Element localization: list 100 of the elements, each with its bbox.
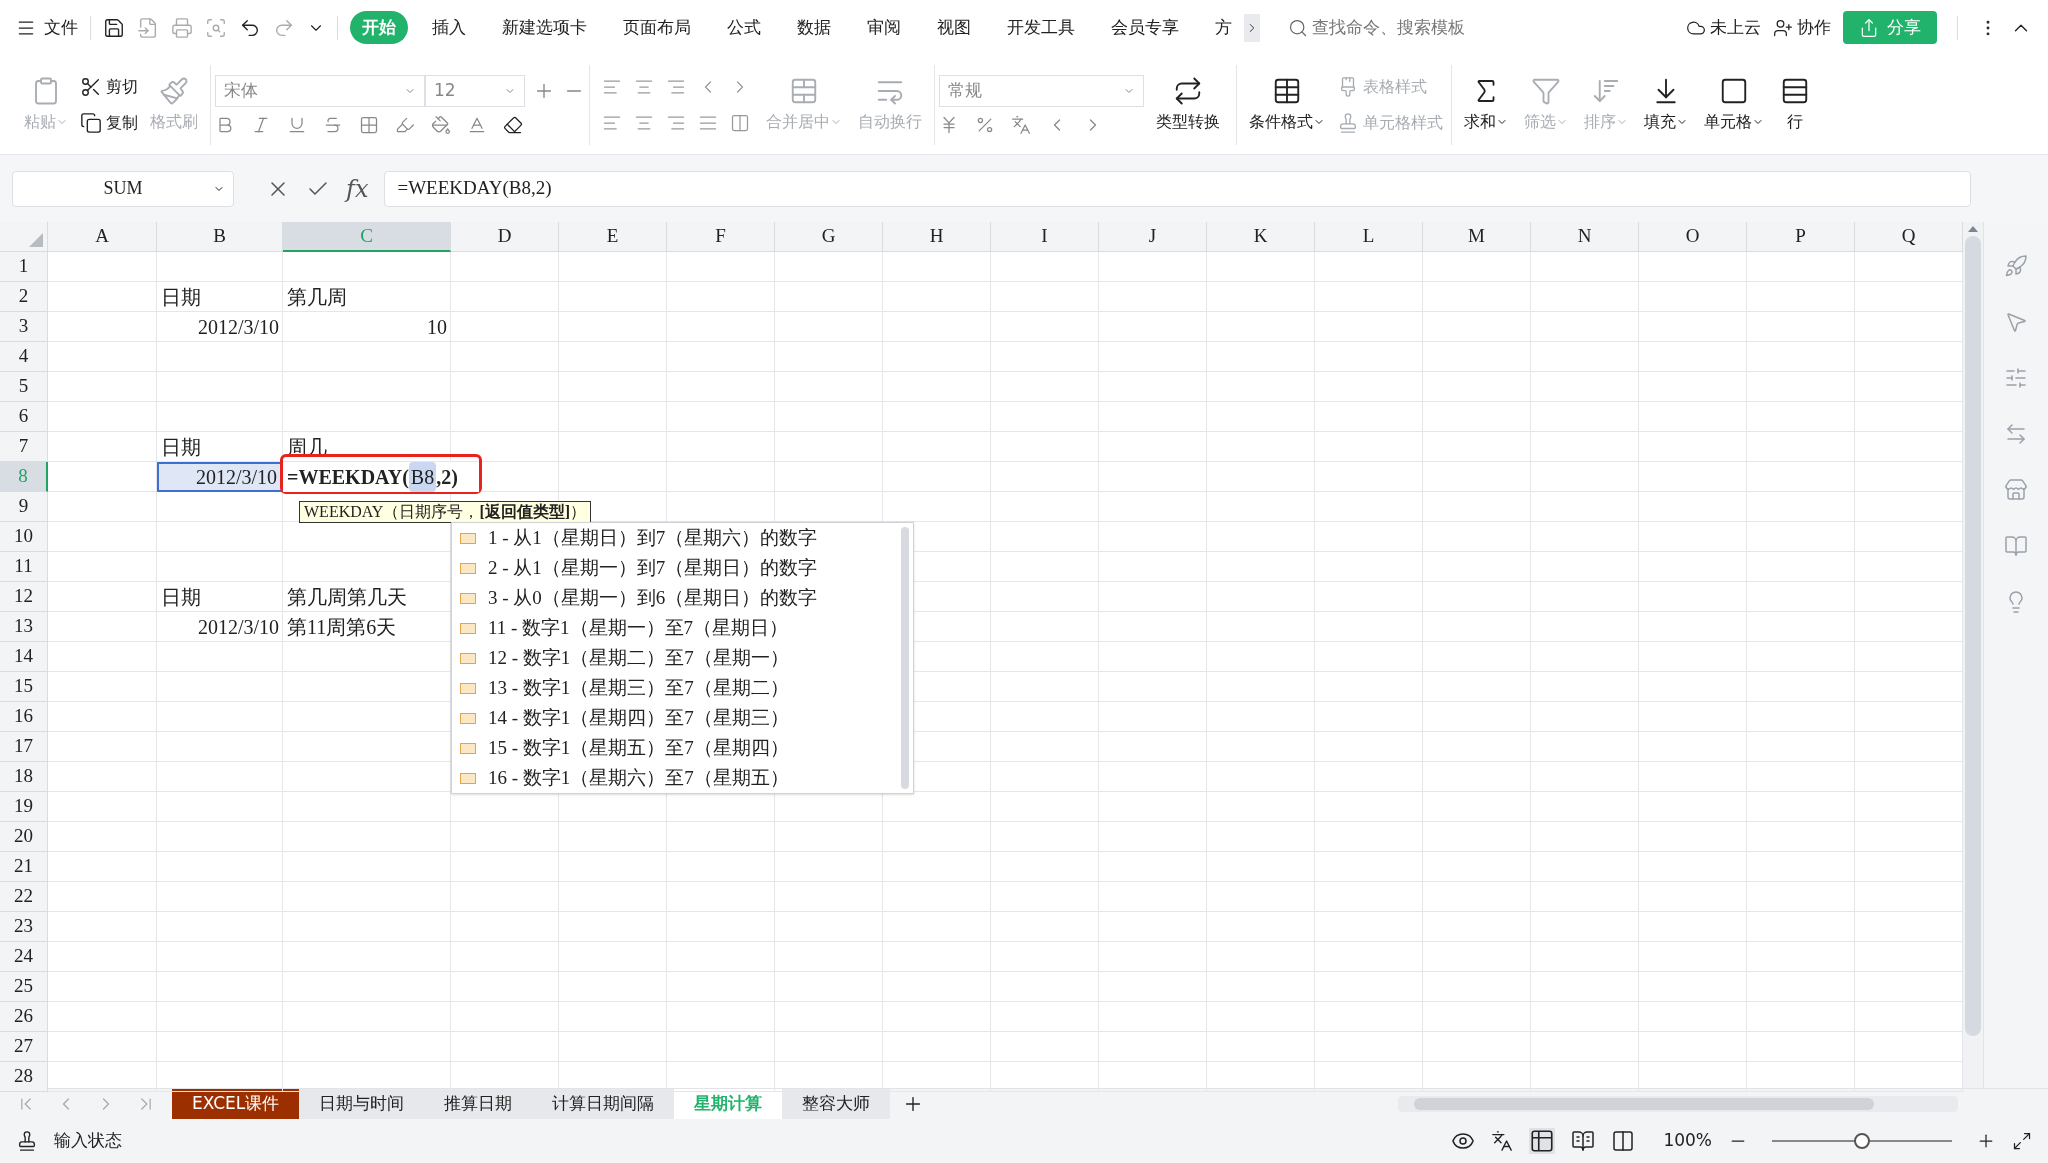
file-menu[interactable]: 文件 xyxy=(16,14,78,41)
row-header[interactable]: 23 xyxy=(0,912,48,942)
row-header[interactable]: 1 xyxy=(0,252,48,282)
ribbon-button[interactable]: 复制 xyxy=(76,110,142,135)
row-header[interactable]: 28 xyxy=(0,1062,48,1092)
menu-tab[interactable]: 审阅 xyxy=(855,10,913,45)
number-format-field[interactable]: 常规 xyxy=(939,74,1144,107)
row-header[interactable]: 13 xyxy=(0,612,48,642)
ribbon-button[interactable]: 类型转换 xyxy=(1144,75,1232,134)
row-header[interactable]: 15 xyxy=(0,672,48,702)
suggestion-item[interactable]: 3 - 从0（星期一）到6（星期日）的数字 xyxy=(452,583,901,613)
border-icon[interactable] xyxy=(359,114,379,135)
suggestion-item[interactable]: 12 - 数字1（星期二）至7（星期一） xyxy=(452,643,901,673)
rocket-icon[interactable] xyxy=(2004,254,2028,278)
menu-tab[interactable]: 开发工具 xyxy=(995,10,1087,45)
row-header[interactable]: 3 xyxy=(0,312,48,342)
formula-cell[interactable]: =WEEKDAY(B8,2) xyxy=(283,462,479,492)
fullscreen-icon[interactable] xyxy=(2012,1131,2032,1151)
font-name-field[interactable]: 宋体 xyxy=(215,74,425,107)
swap-icon[interactable] xyxy=(2004,422,2028,446)
row-header[interactable]: 10 xyxy=(0,522,48,552)
column-header[interactable]: G xyxy=(775,222,883,252)
row-header[interactable]: 21 xyxy=(0,852,48,882)
row-header[interactable]: 7 xyxy=(0,432,48,462)
row-header[interactable]: 11 xyxy=(0,552,48,582)
column-header[interactable]: K xyxy=(1207,222,1315,252)
suggestion-item[interactable]: 2 - 从1（星期一）到7（星期日）的数字 xyxy=(452,553,901,583)
row-header[interactable]: 26 xyxy=(0,1002,48,1032)
row-header[interactable]: 14 xyxy=(0,642,48,672)
ribbon-button[interactable]: 行 xyxy=(1772,71,1818,138)
row-header[interactable]: 27 xyxy=(0,1032,48,1062)
row-header[interactable]: 20 xyxy=(0,822,48,852)
sheet-tab[interactable]: EXCEL课件 xyxy=(172,1089,300,1119)
row-header[interactable]: 25 xyxy=(0,972,48,1002)
suggestion-item[interactable]: 16 - 数字1（星期六）至7（星期五） xyxy=(452,763,901,793)
column-header[interactable]: A xyxy=(48,222,157,252)
row-header[interactable]: 5 xyxy=(0,372,48,402)
search-field[interactable]: 查找命令、搜索模板 xyxy=(1288,14,1618,41)
menu-tab[interactable]: 视图 xyxy=(925,10,983,45)
suggestion-item[interactable]: 11 - 数字1（星期一）至7（星期日） xyxy=(452,613,901,643)
tabs-scroll-button[interactable] xyxy=(1244,13,1260,42)
sheet-tab[interactable]: 计算日期间隔 xyxy=(532,1089,675,1119)
ribbon-button[interactable]: 单元格 xyxy=(1696,71,1772,138)
collaborate-button[interactable]: 协作 xyxy=(1773,14,1831,41)
ribbon-button[interactable]: 剪切 xyxy=(76,74,142,99)
scissors-icon[interactable] xyxy=(80,75,102,98)
column-header[interactable]: B xyxy=(157,222,283,252)
column-header[interactable]: O xyxy=(1639,222,1747,252)
vertical-scrollbar-thumb[interactable] xyxy=(1965,236,1981,1036)
formula-field[interactable]: =WEEKDAY(B8,2) xyxy=(384,170,1971,207)
print-preview-icon[interactable] xyxy=(205,16,227,39)
suggestion-item[interactable]: 14 - 数字1（星期四）至7（星期三） xyxy=(452,703,901,733)
menu-tab[interactable]: 新建选项卡 xyxy=(490,10,599,45)
column-header[interactable]: F xyxy=(667,222,775,252)
ribbon-button[interactable]: 填充 xyxy=(1636,71,1696,138)
cursor-icon[interactable] xyxy=(2004,310,2028,334)
scrollbar[interactable] xyxy=(901,527,909,789)
column-header[interactable]: N xyxy=(1531,222,1639,252)
row-header[interactable]: 12 xyxy=(0,582,48,612)
horizontal-scrollbar[interactable] xyxy=(1398,1096,1958,1112)
row-header[interactable]: 2 xyxy=(0,282,48,312)
search-icon[interactable] xyxy=(1288,17,1308,38)
row-header[interactable]: 19 xyxy=(0,792,48,822)
name-box[interactable]: SUM xyxy=(12,170,234,207)
row-header[interactable]: 22 xyxy=(0,882,48,912)
column-header[interactable]: M xyxy=(1423,222,1531,252)
export-icon[interactable] xyxy=(137,16,159,39)
column-header[interactable]: D xyxy=(451,222,559,252)
row-header[interactable]: 4 xyxy=(0,342,48,372)
suggestion-item[interactable]: 1 - 从1（星期日）到7（星期六）的数字 xyxy=(452,523,901,553)
zoom-slider-thumb[interactable] xyxy=(1854,1133,1870,1149)
ribbon-button[interactable]: 条件格式 xyxy=(1241,71,1333,138)
convert-icon[interactable] xyxy=(1173,75,1203,106)
column-header[interactable]: I xyxy=(991,222,1099,252)
row-header[interactable]: 24 xyxy=(0,942,48,972)
eraser-icon[interactable] xyxy=(503,114,523,135)
column-header[interactable]: L xyxy=(1315,222,1423,252)
share-icon[interactable] xyxy=(1859,17,1879,38)
cloud-status[interactable]: 未上云 xyxy=(1686,14,1761,41)
normal-view-icon[interactable] xyxy=(1529,1128,1556,1154)
print-icon[interactable] xyxy=(171,16,193,39)
sliders-icon[interactable] xyxy=(2004,366,2028,390)
store-icon[interactable] xyxy=(2004,478,2028,502)
sheet-tab[interactable]: 日期与时间 xyxy=(299,1089,425,1119)
insert-function-button[interactable]: fx xyxy=(346,170,369,207)
menu-tab[interactable]: 数据 xyxy=(785,10,843,45)
row-header[interactable]: 18 xyxy=(0,762,48,792)
column-header[interactable]: J xyxy=(1099,222,1207,252)
user-plus-icon[interactable] xyxy=(1773,17,1793,38)
suggestion-item[interactable]: 13 - 数字1（星期三）至7（星期二） xyxy=(452,673,901,703)
row-header[interactable]: 6 xyxy=(0,402,48,432)
menu-tab[interactable]: 方 xyxy=(1203,10,1244,45)
row-header[interactable]: 9 xyxy=(0,492,48,522)
page-view-icon[interactable] xyxy=(1571,1129,1596,1153)
sheet-tab[interactable]: 整容大师 xyxy=(782,1089,891,1119)
menu-tab[interactable]: 插入 xyxy=(420,10,478,45)
zoom-level[interactable]: 100% xyxy=(1663,1128,1712,1154)
column-header[interactable]: P xyxy=(1747,222,1855,252)
save-icon[interactable] xyxy=(103,16,125,39)
paint-bucket-icon[interactable] xyxy=(431,114,451,135)
